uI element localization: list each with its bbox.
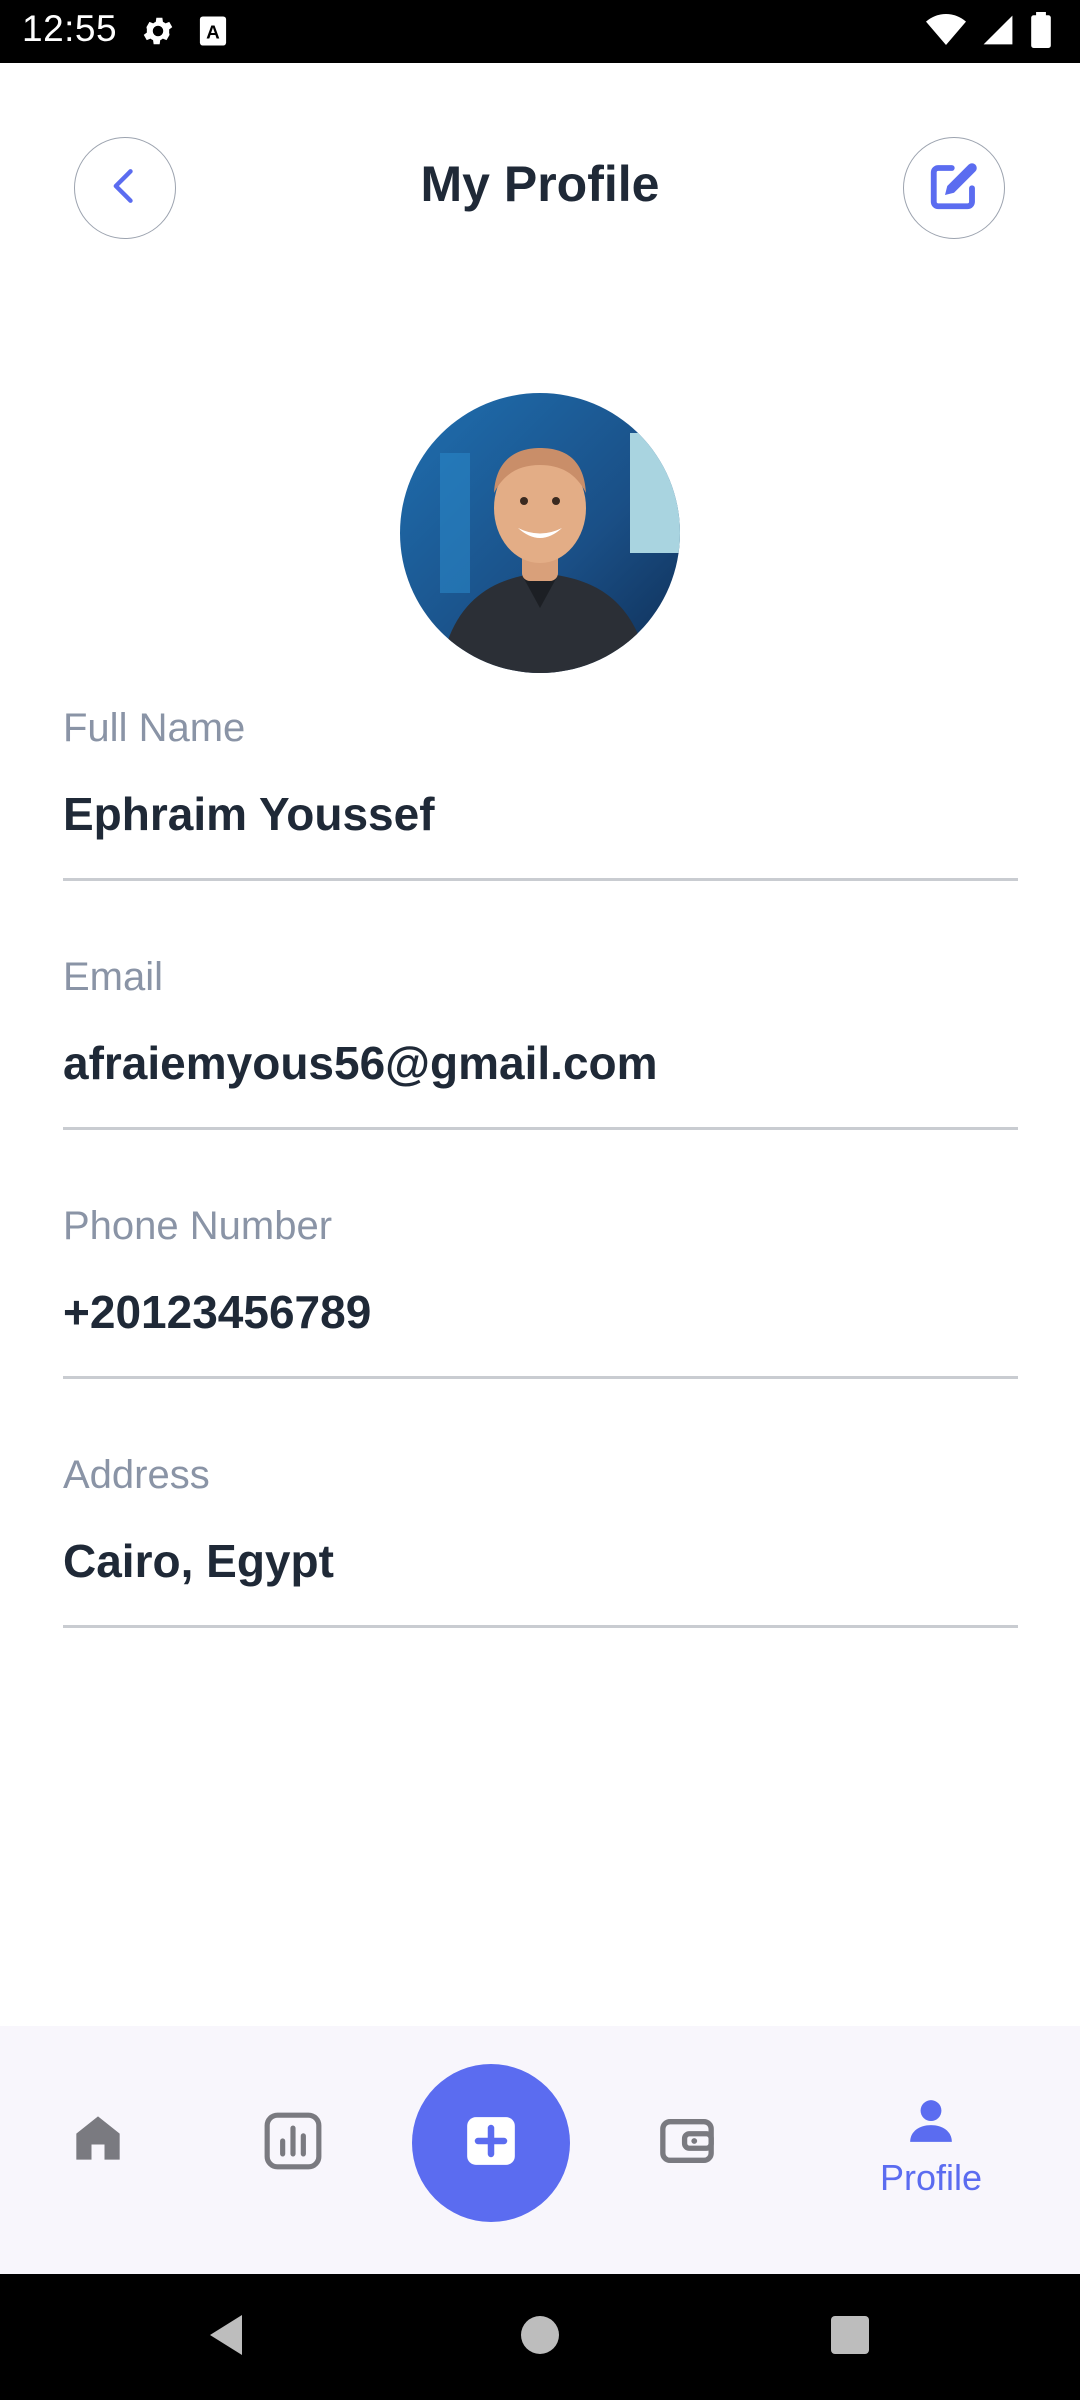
status-time: 12:55	[22, 8, 118, 49]
field-value: +20123456789	[63, 1286, 372, 1338]
field-label: Phone Number	[63, 1204, 333, 1248]
nav-label-profile: Profile	[879, 2157, 983, 2198]
edit-profile-button[interactable]	[903, 137, 1005, 239]
profile-photo	[400, 393, 680, 673]
wifi-icon	[926, 13, 966, 52]
nav-profile[interactable]: Profile	[866, 2096, 996, 2199]
divider	[63, 1625, 1018, 1628]
profile-icon	[906, 2096, 956, 2151]
signal-icon	[982, 13, 1014, 52]
system-recents-button[interactable]	[814, 2274, 886, 2400]
svg-text:A: A	[206, 22, 220, 43]
address-field[interactable]: Address Cairo, Egypt	[63, 1453, 1018, 1588]
add-button[interactable]	[412, 2064, 570, 2222]
field-value: Ephraim Youssef	[63, 788, 435, 840]
recents-square-icon	[830, 2315, 870, 2360]
status-bar: 12:55 A	[0, 0, 1080, 63]
wallet-icon	[658, 2112, 716, 2175]
nav-stats[interactable]	[262, 2110, 324, 2177]
chart-icon	[262, 2110, 324, 2177]
full-name-field[interactable]: Full Name Ephraim Youssef	[63, 706, 1018, 841]
battery-icon	[1030, 12, 1052, 53]
home-circle-icon	[520, 2315, 560, 2360]
divider	[63, 1127, 1018, 1130]
avatar[interactable]	[400, 393, 680, 673]
plus-icon	[465, 2115, 517, 2172]
phone-number-field[interactable]: Phone Number +20123456789	[63, 1204, 1018, 1339]
keyboard-a-icon: A	[198, 15, 228, 52]
field-value: Cairo, Egypt	[63, 1535, 334, 1587]
nav-home[interactable]	[72, 2112, 124, 2169]
settings-icon	[140, 13, 176, 54]
nav-wallet[interactable]	[658, 2112, 716, 2175]
divider	[63, 1376, 1018, 1379]
system-back-button[interactable]	[190, 2274, 262, 2400]
home-icon	[72, 2112, 124, 2169]
system-home-button[interactable]	[504, 2274, 576, 2400]
field-label: Address	[63, 1453, 210, 1497]
divider	[63, 878, 1018, 881]
field-label: Full Name	[63, 706, 246, 750]
system-nav-bar	[0, 2274, 1080, 2400]
edit-icon	[927, 159, 981, 218]
email-field[interactable]: Email afraiemyous56@gmail.com	[63, 955, 1018, 1090]
back-triangle-icon	[206, 2313, 246, 2362]
field-label: Email	[63, 955, 164, 999]
field-value: afraiemyous56@gmail.com	[63, 1037, 658, 1089]
